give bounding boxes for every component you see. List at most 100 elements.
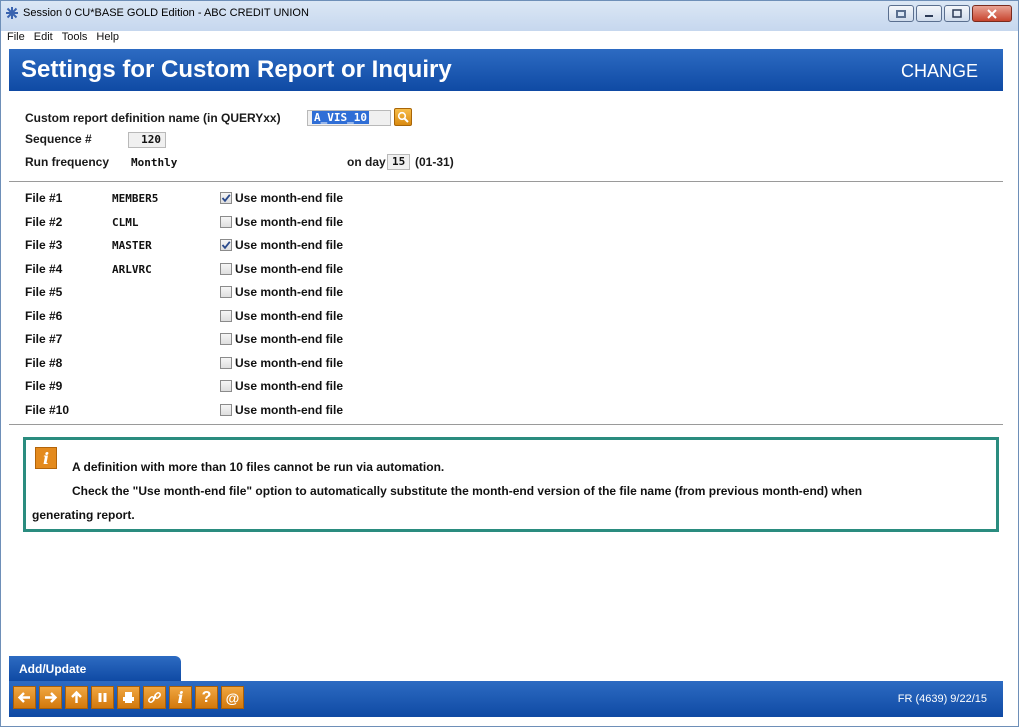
help-button[interactable]: ? [195, 686, 218, 709]
up-icon [71, 690, 82, 703]
month-end-checkbox-label[interactable]: Use month-end file [235, 215, 343, 229]
title-bar: Session 0 CU*BASE GOLD Edition - ABC CRE… [1, 1, 1018, 31]
day-value: 15 [392, 155, 406, 168]
month-end-checkbox[interactable] [220, 286, 232, 298]
sequence-label: Sequence # [25, 132, 92, 146]
menu-tools[interactable]: Tools [62, 31, 88, 45]
menu-edit[interactable]: Edit [34, 31, 53, 45]
page-title: Settings for Custom Report or Inquiry [21, 56, 452, 83]
print-icon [123, 692, 134, 703]
window-controls [888, 5, 1012, 22]
divider-bottom [9, 424, 1003, 425]
month-end-checkbox-label[interactable]: Use month-end file [235, 332, 343, 346]
file-row: File #8 Use month-end file [25, 354, 525, 372]
add-update-button[interactable]: Add/Update [9, 656, 181, 681]
month-end-checkbox[interactable] [220, 215, 232, 228]
sequence-value: 120 [141, 133, 161, 146]
month-end-checkbox-label[interactable]: Use month-end file [235, 238, 343, 252]
close-button[interactable] [972, 5, 1012, 22]
minimize-button[interactable] [916, 5, 942, 22]
divider-top [9, 181, 1003, 182]
month-end-checkbox-label[interactable]: Use month-end file [235, 309, 343, 323]
run-frequency-value[interactable]: Monthly [131, 156, 177, 169]
file-label: File #2 [25, 214, 63, 229]
month-end-checkbox[interactable] [220, 380, 232, 392]
month-end-checkbox-label[interactable]: Use month-end file [235, 403, 343, 417]
info-icon: i [35, 447, 57, 469]
on-day-label: on day [347, 155, 386, 169]
window-title: Session 0 CU*BASE GOLD Edition - ABC CRE… [23, 7, 309, 19]
file-name[interactable]: ARLVRC [112, 263, 152, 276]
magnifier-icon [397, 111, 409, 123]
definition-name-field[interactable]: A_VIS_10 [307, 110, 391, 126]
definition-name-label: Custom report definition name (in QUERYx… [25, 111, 281, 125]
back-button[interactable] [13, 686, 36, 709]
print-button[interactable] [117, 686, 140, 709]
month-end-checkbox[interactable] [220, 309, 232, 322]
info-button[interactable]: i [169, 686, 192, 709]
run-frequency-label: Run frequency [25, 155, 110, 169]
add-update-label: Add/Update [19, 662, 87, 676]
help-icon: ? [201, 688, 212, 706]
up-button[interactable] [65, 686, 88, 709]
file-row: File #10 Use month-end file [25, 401, 525, 419]
checkmark-icon [221, 241, 231, 250]
file-row: File #3 MASTER Use month-end file [25, 236, 525, 254]
file-name[interactable]: MASTER [112, 239, 152, 252]
file-label: File #9 [25, 379, 63, 393]
month-end-checkbox-label[interactable]: Use month-end file [235, 285, 343, 299]
file-label: File #7 [25, 332, 63, 346]
file-label: File #8 [25, 355, 63, 370]
session-icon [896, 9, 906, 18]
month-end-checkbox[interactable] [220, 262, 232, 275]
file-row: File #1 MEMBER5 Use month-end file [25, 189, 525, 207]
email-button[interactable]: @ [221, 686, 244, 709]
definition-name-value: A_VIS_10 [312, 111, 369, 124]
info-line-1: A definition with more than 10 files can… [72, 460, 445, 474]
info-message-box: i A definition with more than 10 files c… [23, 437, 999, 532]
maximize-button[interactable] [944, 5, 970, 22]
sequence-field[interactable]: 120 [128, 132, 166, 148]
forward-button[interactable] [39, 686, 62, 709]
file-name[interactable]: CLML [112, 216, 139, 229]
checkmark-icon [221, 194, 231, 203]
file-label: File #6 [25, 308, 63, 323]
month-end-checkbox-label[interactable]: Use month-end file [235, 379, 343, 393]
maximize-icon [952, 9, 962, 18]
file-name[interactable]: MEMBER5 [112, 192, 158, 205]
app-logo-icon [6, 7, 18, 19]
month-end-checkbox[interactable] [220, 239, 232, 251]
mode-indicator: CHANGE [900, 61, 978, 81]
month-end-checkbox[interactable] [220, 333, 232, 345]
email-icon: @ [225, 689, 240, 706]
day-field[interactable]: 15 [387, 154, 410, 170]
screen-code: FR (4639) 9/22/15 [897, 693, 987, 705]
file-row: File #9 Use month-end file [25, 377, 525, 395]
month-end-checkbox-label[interactable]: Use month-end file [235, 191, 343, 205]
month-end-checkbox-label[interactable]: Use month-end file [235, 262, 343, 276]
forward-icon [45, 692, 58, 703]
application-window: Session 0 CU*BASE GOLD Edition - ABC CRE… [0, 0, 1019, 727]
info-line-3: generating report. [32, 508, 135, 522]
file-row: File #2 CLML Use month-end file [25, 213, 525, 231]
link-button[interactable] [143, 686, 166, 709]
month-end-checkbox[interactable] [220, 356, 232, 369]
lookup-button[interactable] [394, 108, 412, 126]
month-end-checkbox[interactable] [220, 192, 232, 204]
menu-help[interactable]: Help [96, 31, 119, 45]
info-line-2: Check the "Use month-end file" option to… [72, 484, 863, 498]
file-label: File #4 [25, 261, 63, 276]
month-end-checkbox-label[interactable]: Use month-end file [235, 356, 343, 370]
pause-button[interactable] [91, 686, 114, 709]
day-range-hint: (01-31) [415, 155, 454, 169]
menu-file[interactable]: File [7, 31, 25, 45]
file-label: File #3 [25, 238, 63, 252]
file-row: File #7 Use month-end file [25, 330, 525, 348]
month-end-checkbox[interactable] [220, 403, 232, 416]
file-row: File #5 Use month-end file [25, 283, 525, 301]
file-label: File #5 [25, 285, 63, 299]
minimize-icon [925, 14, 933, 17]
restore-session-button[interactable] [888, 5, 914, 22]
file-label: File #10 [25, 402, 70, 417]
pause-icon [98, 693, 107, 702]
